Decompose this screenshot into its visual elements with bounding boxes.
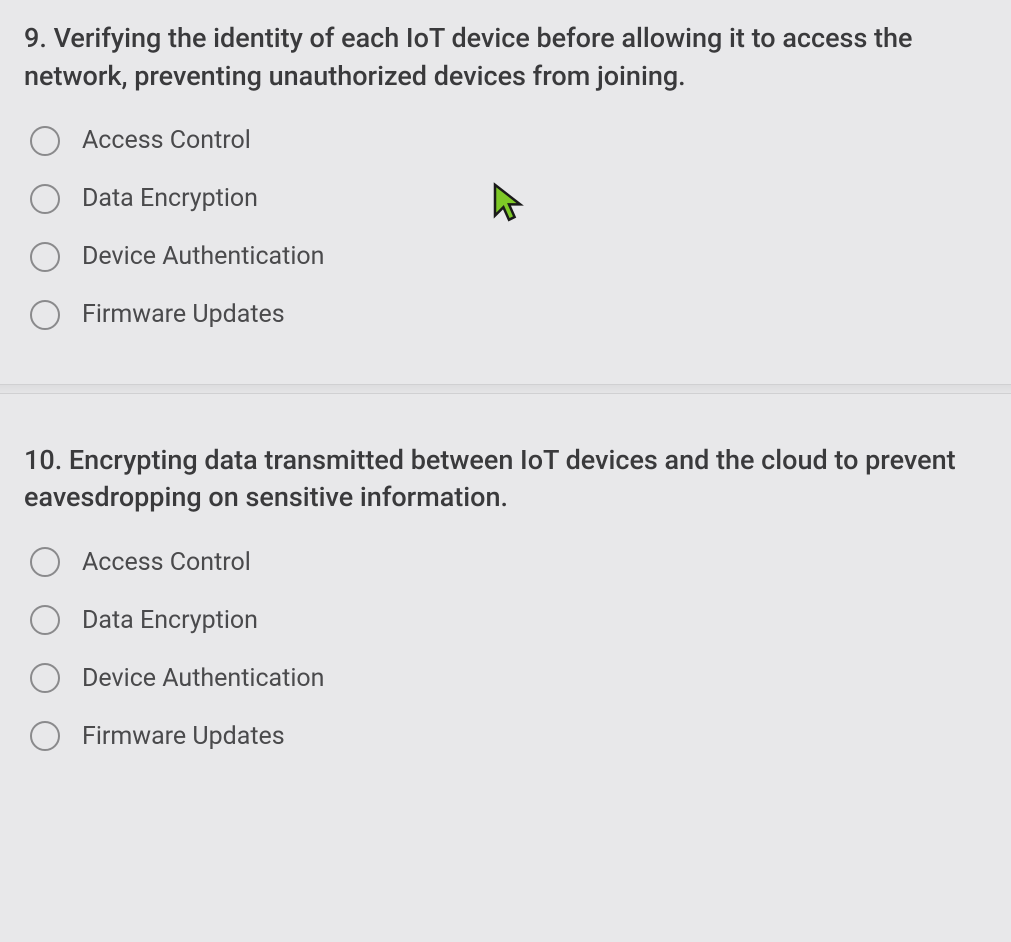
radio-icon [30, 184, 60, 214]
option-data-encryption[interactable]: Data Encryption [30, 605, 987, 635]
option-label: Access Control [82, 548, 251, 577]
question-body: Verifying the identity of each IoT devic… [24, 22, 913, 92]
options-list: Access Control Data Encryption Device Au… [24, 547, 987, 751]
option-firmware-updates[interactable]: Firmware Updates [30, 721, 987, 751]
cursor-icon [492, 182, 526, 224]
radio-icon [30, 721, 60, 751]
options-list: Access Control Data Encryption Device Au… [24, 126, 987, 330]
radio-icon [30, 242, 60, 272]
radio-icon [30, 605, 60, 635]
question-number: 10. [24, 444, 62, 476]
radio-icon [30, 663, 60, 693]
option-label: Access Control [82, 126, 251, 155]
option-firmware-updates[interactable]: Firmware Updates [30, 300, 987, 330]
radio-icon [30, 547, 60, 577]
option-label: Data Encryption [82, 606, 258, 635]
radio-icon [30, 300, 60, 330]
question-block-10: 10. Encrypting data transmitted between … [0, 422, 1011, 788]
option-label: Device Authentication [82, 664, 324, 693]
option-label: Firmware Updates [82, 722, 285, 751]
option-access-control[interactable]: Access Control [30, 126, 987, 156]
option-access-control[interactable]: Access Control [30, 547, 987, 577]
option-device-authentication[interactable]: Device Authentication [30, 663, 987, 693]
question-number: 9. [24, 22, 47, 54]
divider [0, 384, 1011, 394]
option-device-authentication[interactable]: Device Authentication [30, 242, 987, 272]
option-label: Device Authentication [82, 242, 324, 271]
option-label: Firmware Updates [82, 300, 285, 329]
question-text: 9. Verifying the identity of each IoT de… [24, 20, 987, 96]
option-label: Data Encryption [82, 184, 258, 213]
radio-icon [30, 126, 60, 156]
question-text: 10. Encrypting data transmitted between … [24, 442, 987, 518]
question-body: Encrypting data transmitted between IoT … [24, 444, 956, 514]
